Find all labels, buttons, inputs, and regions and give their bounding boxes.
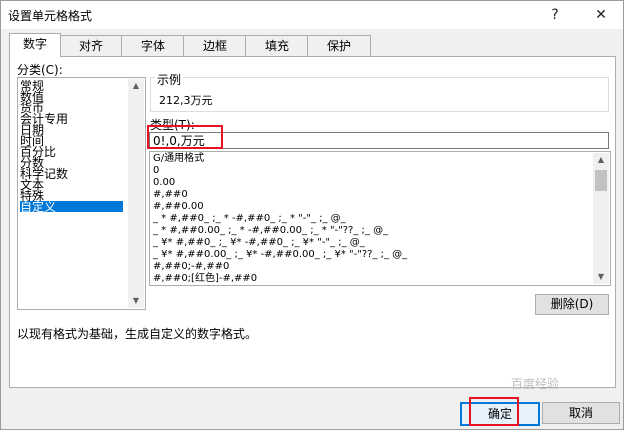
format-item[interactable]: G/通用格式 xyxy=(153,153,204,165)
highlight-box-ok xyxy=(469,397,519,426)
title-bar: 设置单元格格式 ? ✕ xyxy=(1,1,623,29)
close-button[interactable]: ✕ xyxy=(589,4,613,26)
watermark: 百度经验 xyxy=(511,377,560,391)
category-list[interactable]: 常规 数值 货币 会计专用 日期 时间 百分比 分数 科学记数 文本 特殊 自定… xyxy=(17,77,146,310)
format-scrollbar[interactable]: ▲ ▼ xyxy=(593,153,609,284)
format-item[interactable]: #,##0;-#,##0 xyxy=(153,261,229,273)
scrollbar-thumb[interactable] xyxy=(595,170,607,191)
tab-fill[interactable]: 填充 xyxy=(245,35,309,56)
tab-number[interactable]: 数字 xyxy=(9,33,61,57)
scroll-down-icon[interactable]: ▼ xyxy=(593,270,609,284)
category-item-selected[interactable]: 自定义 xyxy=(20,201,123,213)
format-item[interactable]: _ * #,##0.00_ ;_ * -#,##0.00_ ;_ * "-"??… xyxy=(153,225,388,237)
tab-alignment[interactable]: 对齐 xyxy=(59,35,123,56)
sample-value: 212,3万元 xyxy=(159,94,213,107)
format-item[interactable]: 0.00 xyxy=(153,177,175,189)
highlight-box-type xyxy=(147,125,223,149)
format-cells-dialog: 设置单元格格式 ? ✕ 数字 对齐 字体 边框 填充 保护 分类(C): 常规 … xyxy=(0,0,624,430)
format-item[interactable]: _ * #,##0_ ;_ * -#,##0_ ;_ * "-"_ ;_ @_ xyxy=(153,213,346,225)
format-item[interactable]: #,##0.00 xyxy=(153,201,204,213)
cancel-button[interactable]: 取消 xyxy=(542,402,620,424)
sample-group: 示例 212,3万元 xyxy=(150,71,609,112)
category-scrollbar[interactable]: ▲ ▼ xyxy=(128,79,144,308)
format-item[interactable]: 0 xyxy=(153,165,159,177)
description-text: 以现有格式为基础，生成自定义的数字格式。 xyxy=(17,327,258,341)
dialog-title: 设置单元格格式 xyxy=(8,9,93,23)
number-tab-panel: 分类(C): 常规 数值 货币 会计专用 日期 时间 百分比 分数 科学记数 文… xyxy=(9,56,616,388)
tab-border[interactable]: 边框 xyxy=(183,35,247,56)
help-button[interactable]: ? xyxy=(543,4,567,26)
format-item[interactable]: _ ¥* #,##0.00_ ;_ ¥* -#,##0.00_ ;_ ¥* "-… xyxy=(153,249,407,261)
format-item[interactable]: _ ¥* #,##0_ ;_ ¥* -#,##0_ ;_ ¥* "-"_ ;_ … xyxy=(153,237,365,249)
format-item[interactable]: #,##0;[红色]-#,##0 xyxy=(153,273,257,285)
scroll-up-icon[interactable]: ▲ xyxy=(128,79,144,93)
scroll-down-icon[interactable]: ▼ xyxy=(128,294,144,308)
format-item[interactable]: #,##0 xyxy=(153,189,188,201)
tab-font[interactable]: 字体 xyxy=(121,35,185,56)
delete-button[interactable]: 删除(D) xyxy=(535,294,609,315)
format-list[interactable]: G/通用格式 0 0.00 #,##0 #,##0.00 _ * #,##0_ … xyxy=(149,151,611,286)
sample-label: 示例 xyxy=(155,71,184,88)
category-label: 分类(C): xyxy=(17,63,63,77)
tab-protection[interactable]: 保护 xyxy=(307,35,371,56)
scroll-up-icon[interactable]: ▲ xyxy=(593,153,609,167)
